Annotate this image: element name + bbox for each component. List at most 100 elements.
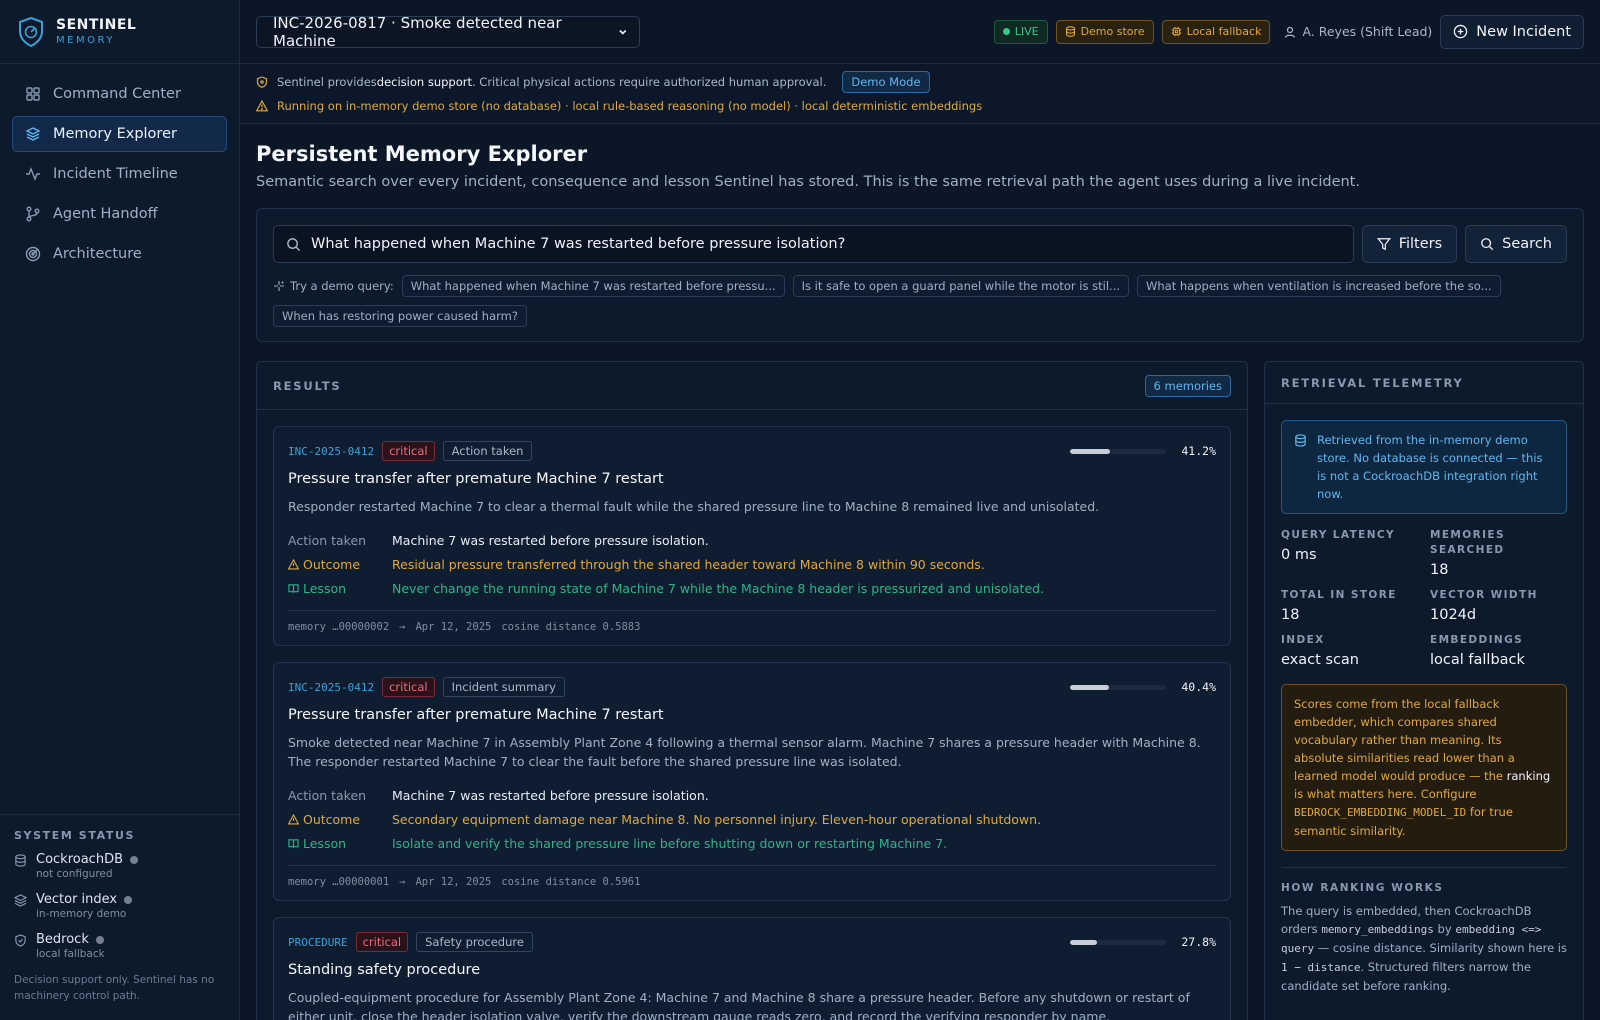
stat-label: MEMORIES SEARCHED	[1430, 529, 1505, 556]
how-ranking-text: The query is embedded, then CockroachDB …	[1281, 902, 1567, 995]
live-label: LIVE	[1014, 25, 1039, 38]
search-label: Search	[1502, 236, 1552, 252]
outcome-row: Outcome Secondary equipment damage near …	[288, 807, 1216, 831]
incident-select-value: INC-2026-0817 · Smoke detected near Mach…	[273, 13, 562, 50]
results-panel[interactable]: RESULTS 6 memories INC-2025-0412 critica…	[256, 361, 1248, 1020]
status-row-bedrock: Bedrock local fallback	[14, 932, 225, 960]
stat-value: 1024d	[1430, 607, 1477, 623]
sidebar-item-agent-handoff[interactable]: Agent Handoff	[12, 196, 227, 232]
stat-value: 18	[1281, 607, 1300, 623]
stat-value: exact scan	[1281, 652, 1360, 668]
memory-summary: Smoke detected near Machine 7 in Assembl…	[288, 735, 1201, 769]
memory-ref: memory …00000001	[288, 876, 390, 888]
topbar-right: LIVE Demo store Local fallback A. Reyes …	[993, 14, 1584, 49]
memory-id: INC-2025-0412	[288, 444, 375, 458]
status-name: Bedrock	[36, 932, 89, 947]
embedding-warning: Scores come from the local fallback embe…	[1281, 684, 1567, 851]
severity-badge: critical	[382, 441, 435, 461]
score-bar-fill	[1070, 684, 1109, 690]
lesson-row: Lesson Isolate and verify the shared pre…	[288, 831, 1216, 855]
demo-queries: Try a demo query: What happened when Mac…	[273, 275, 1567, 327]
kind-badge: Action taken	[442, 441, 533, 461]
status-name: CockroachDB	[36, 852, 124, 867]
memory-title: Standing safety procedure	[288, 962, 481, 978]
outcome-label-text: Outcome	[303, 556, 361, 572]
live-dot	[1002, 28, 1010, 35]
stat-label: TOTAL IN STORE	[1281, 589, 1397, 601]
status-dot	[95, 935, 104, 944]
score-bar	[1070, 448, 1166, 454]
search-input[interactable]: What happened when Machine 7 was restart…	[273, 225, 1354, 263]
cpu-icon	[1171, 26, 1181, 37]
demo-query-chip[interactable]: When has restoring power caused harm?	[273, 305, 527, 327]
sidebar-item-incident-timeline[interactable]: Incident Timeline	[12, 156, 227, 192]
similarity-score: 41.2%	[1070, 444, 1216, 458]
stat-value: local fallback	[1430, 652, 1525, 668]
memory-summary: Coupled-equipment procedure for Assembly…	[288, 990, 1190, 1020]
memory-distance: cosine distance 0.5883	[501, 621, 641, 633]
stat-value: 0 ms	[1281, 547, 1317, 563]
severity-badge: critical	[382, 677, 435, 697]
new-incident-label: New Incident	[1476, 23, 1571, 40]
outcome-value: Secondary equipment damage near Machine …	[392, 811, 1042, 827]
telemetry-info: Retrieved from the in-memory demo store.…	[1281, 420, 1567, 514]
outcome-label-text: Outcome	[303, 811, 361, 827]
demo-store-badge: Demo store	[1055, 19, 1154, 44]
search-query: What happened when Machine 7 was restart…	[311, 236, 846, 252]
outcome-label: Outcome	[288, 557, 392, 572]
layers-icon	[14, 894, 27, 907]
memory-title: Pressure transfer after premature Machin…	[288, 707, 664, 723]
telemetry-title: RETRIEVAL TELEMETRY	[1281, 375, 1464, 390]
telemetry-header: RETRIEVAL TELEMETRY	[1265, 362, 1583, 404]
stat-label: EMBEDDINGS	[1430, 634, 1524, 646]
stat-memories-searched: MEMORIES SEARCHED 18	[1430, 528, 1567, 578]
severity-badge: critical	[355, 932, 409, 952]
search-button[interactable]: Search	[1465, 225, 1567, 263]
layers-icon	[25, 127, 41, 141]
how-ranking-title: HOW RANKING WORKS	[1281, 882, 1444, 894]
sidebar-nav: Command Center Memory Explorer Incident …	[0, 64, 239, 288]
memory-card[interactable]: INC-2025-0412 critical Action taken 41.2…	[273, 426, 1231, 646]
sidebar-item-architecture[interactable]: Architecture	[12, 236, 227, 272]
memory-summary: Responder restarted Machine 7 to clear a…	[288, 499, 1100, 514]
how-text-3: — cosine distance. Similarity shown here…	[1314, 941, 1567, 955]
new-incident-button[interactable]: New Incident	[1440, 14, 1584, 49]
outcome-value: Residual pressure transferred through th…	[392, 556, 985, 572]
telemetry-panel: RETRIEVAL TELEMETRY Retrieved from the i…	[1264, 361, 1584, 1020]
user-info: A. Reyes (Shift Lead)	[1284, 24, 1432, 39]
warning-text-strong: ranking	[1506, 769, 1551, 783]
grid-icon	[26, 87, 40, 101]
similarity-score: 40.4%	[1070, 680, 1216, 694]
memory-footer: memory …00000002 → Apr 12, 2025 cosine d…	[288, 610, 1216, 633]
demo-query-chip[interactable]: Is it safe to open a guard panel while t…	[792, 275, 1130, 297]
score-bar-fill	[1070, 448, 1110, 454]
memory-card[interactable]: PROCEDURE critical Safety procedure 27.8…	[273, 917, 1231, 1020]
score-bar-fill	[1070, 939, 1097, 945]
memory-card[interactable]: INC-2025-0412 critical Incident summary …	[273, 662, 1231, 901]
stat-vector-width: VECTOR WIDTH 1024d	[1430, 588, 1567, 623]
lesson-row: Lesson Never change the running state of…	[288, 576, 1216, 600]
sidebar-item-memory-explorer[interactable]: Memory Explorer	[12, 116, 227, 152]
results-count-badge: 6 memories	[1144, 374, 1231, 397]
search-icon	[287, 237, 301, 251]
kind-badge: Incident summary	[442, 677, 565, 697]
results-header: RESULTS 6 memories	[257, 362, 1247, 410]
demo-query-chip[interactable]: What happens when ventilation is increas…	[1137, 275, 1501, 297]
status-name: Vector index	[36, 892, 118, 907]
sidebar-item-command-center[interactable]: Command Center	[12, 76, 227, 112]
lesson-value: Never change the running state of Machin…	[392, 580, 1045, 596]
incident-select[interactable]: INC-2026-0817 · Smoke detected near Mach…	[256, 13, 640, 50]
database-icon	[1295, 434, 1306, 447]
demo-query-chip[interactable]: What happened when Machine 7 was restart…	[401, 275, 785, 297]
demo-queries-text: Try a demo query:	[290, 279, 394, 293]
stat-index: INDEX exact scan	[1281, 633, 1418, 668]
radar-icon	[25, 246, 41, 262]
notice-banner: Sentinel provides decision support. Crit…	[240, 64, 1600, 124]
filters-button[interactable]: Filters	[1361, 225, 1458, 263]
divider	[1281, 867, 1567, 868]
decision-support-notice: Sentinel provides decision support. Crit…	[256, 70, 1584, 94]
lesson-label-text: Lesson	[303, 580, 347, 596]
action-row: Action taken Machine 7 was restarted bef…	[288, 528, 1216, 552]
status-dot	[124, 895, 133, 904]
memory-footer: memory …00000001 → Apr 12, 2025 cosine d…	[288, 865, 1216, 888]
